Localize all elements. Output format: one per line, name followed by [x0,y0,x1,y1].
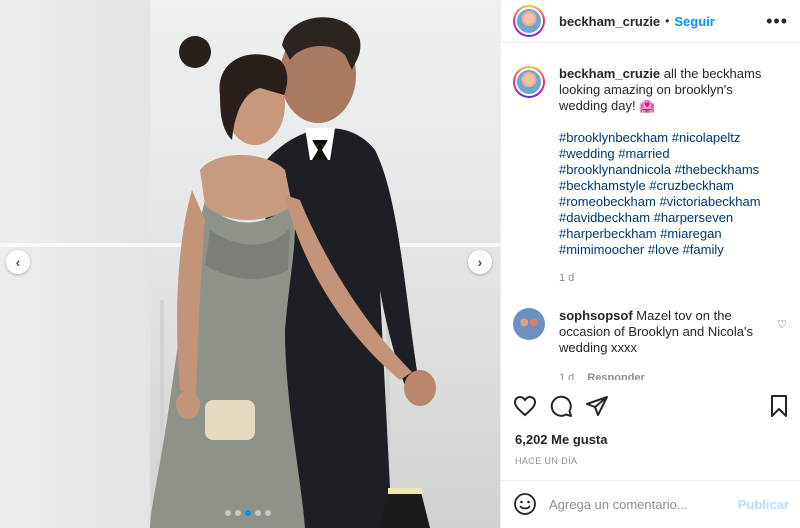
carousel-dot [265,510,271,516]
like-count[interactable]: 6,202 Me gusta [515,432,608,447]
caption-username[interactable]: beckham_cruzie [559,66,660,81]
author-username[interactable]: beckham_cruzie [559,14,660,29]
lamp-decoration [380,488,430,528]
carousel-indicator [225,510,271,516]
caption-hashtags[interactable]: #brooklynbeckham #nicolapeltz #wedding #… [559,130,769,258]
comments-section: beckham_cruzie all the beckhams looking … [501,44,800,380]
author-avatar[interactable] [513,5,545,37]
separator-dot: • [665,14,670,28]
comment-time: 1 d [559,372,575,380]
post-sidebar: beckham_cruzie • Seguir ••• beckham_cruz… [500,0,800,528]
carousel-dot [225,510,231,516]
comment-like-icon[interactable]: ♡ [777,318,787,331]
comment-item: sophsopsof Mazel tov on the occasion of … [513,308,789,380]
carousel-dot [235,510,241,516]
reply-button[interactable]: Responder [587,372,644,380]
emoji-icon[interactable] [513,492,539,518]
add-comment-bar: Publicar [501,480,800,528]
share-icon[interactable] [585,394,611,420]
heart-icon[interactable] [513,394,539,420]
bookmark-icon[interactable] [767,394,793,420]
chevron-right-icon: › [477,254,483,270]
publish-button[interactable]: Publicar [738,497,789,512]
comment-input[interactable] [549,497,729,512]
commenter-username[interactable]: sophsopsof [559,308,633,323]
caption-avatar[interactable] [513,66,545,98]
comment-icon[interactable] [549,394,575,420]
commenter-avatar[interactable] [513,308,545,340]
post-time: HACE UN DÍA [515,456,578,466]
caption: beckham_cruzie all the beckhams looking … [513,66,789,286]
follow-button[interactable]: Seguir [674,14,714,29]
carousel-dot [255,510,261,516]
carousel-prev-button[interactable]: ‹ [6,250,30,274]
carousel-next-button[interactable]: › [468,250,492,274]
caption-time: 1 d [559,272,575,284]
post-header: beckham_cruzie • Seguir ••• [501,0,800,43]
chevron-left-icon: ‹ [15,254,21,270]
photo-people-illustration [150,17,436,528]
post-photo[interactable]: ‹ › [0,0,500,528]
carousel-dot [245,510,251,516]
post-actions [513,392,793,422]
more-options-icon[interactable]: ••• [766,12,788,30]
